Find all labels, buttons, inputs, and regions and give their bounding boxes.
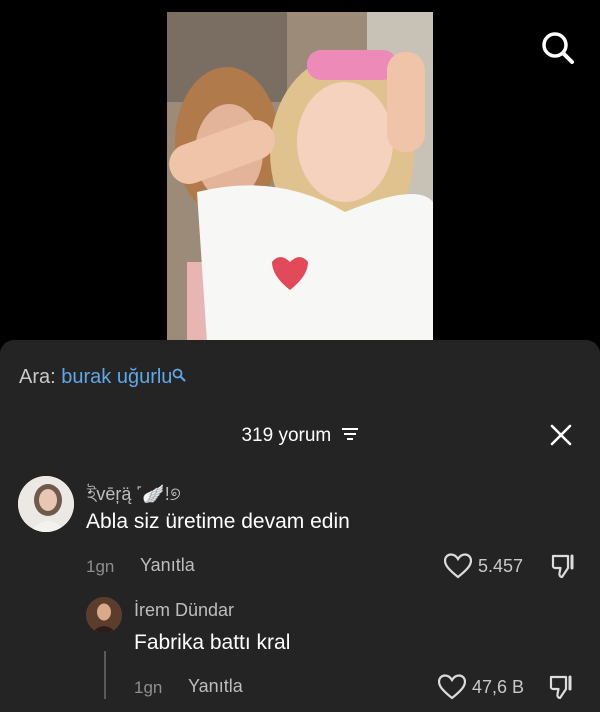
like-count: 47,6 B [472, 676, 525, 697]
search-suggestion[interactable]: Ara: burak uğurlu [19, 366, 186, 389]
comment-count: 319 yorum [241, 425, 332, 446]
comments-header[interactable]: 319 yorum [0, 425, 600, 447]
thumbs-down-icon [549, 675, 572, 700]
reply-button[interactable]: Yanıtla [140, 555, 195, 576]
avatar[interactable] [18, 476, 74, 532]
search-button[interactable] [536, 26, 580, 70]
video-area[interactable] [0, 0, 600, 350]
like-button[interactable]: 5.457 [444, 552, 523, 580]
avatar[interactable] [86, 597, 122, 633]
avatar-image [18, 476, 74, 532]
reply-thread-line [104, 651, 106, 699]
search-suggestion-query[interactable]: burak uğurlu [61, 366, 172, 388]
comment-text: Fabrika battı kral [134, 631, 291, 654]
like-count: 5.457 [478, 555, 524, 576]
search-icon [542, 32, 574, 64]
search-suggestion-prefix: Ara: [19, 366, 56, 388]
dislike-button[interactable] [550, 552, 578, 580]
comment-text: Abla siz üretime devam edin [86, 510, 350, 533]
filter-icon[interactable] [341, 426, 359, 442]
video-thumbnail [167, 12, 433, 342]
comment-username[interactable]: İrem Dündar [134, 600, 234, 621]
search-small-icon [173, 368, 186, 382]
close-icon [550, 424, 572, 446]
like-button[interactable]: 47,6 B [438, 673, 524, 701]
dislike-button[interactable] [548, 673, 576, 701]
heart-icon [438, 674, 466, 700]
close-button[interactable] [548, 422, 574, 448]
avatar-image [86, 597, 122, 633]
heart-icon [444, 553, 472, 579]
comment-time: 1gn [134, 678, 163, 697]
comment-time: 1gn [86, 557, 115, 576]
reply-button[interactable]: Yanıtla [188, 676, 243, 697]
thumbs-down-icon [551, 554, 574, 579]
video-player[interactable] [167, 12, 433, 342]
comment-username[interactable]: ইvēŗą̈ ˹🪽!୭ [87, 480, 181, 511]
